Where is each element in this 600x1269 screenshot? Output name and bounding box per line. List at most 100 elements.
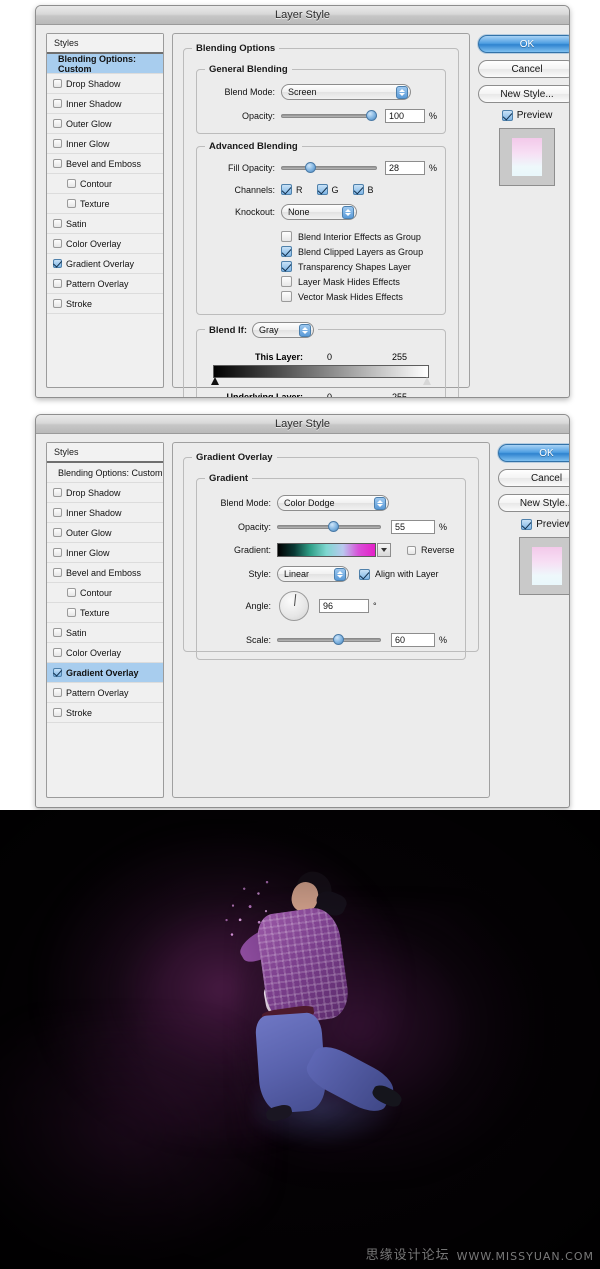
this-layer-ramp-wrap[interactable] [211, 365, 432, 385]
style-enable-checkbox[interactable] [53, 279, 62, 288]
style-list-item-gradient-overlay[interactable]: Gradient Overlay [47, 254, 163, 274]
ok-button[interactable]: OK [478, 35, 569, 53]
gradient-opacity-slider[interactable] [277, 521, 381, 533]
channel-b[interactable]: B [352, 184, 374, 195]
style-list-item-contour[interactable]: Contour [47, 174, 163, 194]
cancel-button[interactable]: Cancel [478, 60, 569, 78]
angle-dial[interactable] [279, 591, 309, 621]
slider-knob[interactable] [366, 110, 377, 121]
opacity-slider[interactable] [281, 110, 377, 122]
style-enable-checkbox[interactable] [53, 159, 62, 168]
style-list-item-stroke[interactable]: Stroke [47, 294, 163, 314]
style-enable-checkbox[interactable] [53, 259, 62, 268]
style-enable-checkbox[interactable] [53, 79, 62, 88]
style-list-item-pattern-overlay[interactable]: Pattern Overlay [47, 683, 163, 703]
styles-list-2[interactable]: Styles Blending Options: Custom Drop Shad… [46, 442, 164, 798]
advanced-option-checkbox[interactable] [281, 276, 292, 287]
style-enable-checkbox[interactable] [53, 219, 62, 228]
channel-r[interactable]: R [281, 184, 303, 195]
style-list-item-outer-glow[interactable]: Outer Glow [47, 114, 163, 134]
style-enable-checkbox[interactable] [53, 548, 62, 557]
style-list-item-blending-options-custom[interactable]: Blending Options: Custom [47, 54, 163, 74]
gradient-picker[interactable] [277, 543, 391, 557]
style-list-item-contour[interactable]: Contour [47, 583, 163, 603]
style-list-item-inner-shadow[interactable]: Inner Shadow [47, 503, 163, 523]
style-enable-checkbox[interactable] [53, 648, 62, 657]
style-enable-checkbox[interactable] [53, 99, 62, 108]
style-list-item-gradient-overlay[interactable]: Gradient Overlay [47, 663, 163, 683]
advanced-option-blend-clipped-layers-as-group[interactable]: Blend Clipped Layers as Group [281, 244, 437, 259]
new-style-button[interactable]: New Style... [497, 494, 569, 512]
style-enable-checkbox[interactable] [53, 239, 62, 248]
fill-opacity-input[interactable]: 28 [385, 161, 425, 175]
cancel-button[interactable]: Cancel [497, 469, 569, 487]
slider-knob[interactable] [305, 162, 316, 173]
preview-checkbox-row[interactable]: Preview [478, 110, 569, 121]
style-enable-checkbox[interactable] [53, 528, 62, 537]
style-enable-checkbox[interactable] [53, 628, 62, 637]
style-list-item-bevel-and-emboss[interactable]: Bevel and Emboss [47, 154, 163, 174]
style-enable-checkbox[interactable] [67, 588, 76, 597]
style-enable-checkbox[interactable] [53, 688, 62, 697]
gradient-scale-input[interactable]: 60 [391, 633, 435, 647]
style-enable-checkbox[interactable] [67, 608, 76, 617]
align-with-layer-checkbox[interactable] [359, 568, 370, 580]
style-enable-checkbox[interactable] [53, 139, 62, 148]
style-enable-checkbox[interactable] [53, 119, 62, 128]
advanced-option-checkbox[interactable] [281, 261, 292, 272]
style-list-item-pattern-overlay[interactable]: Pattern Overlay [47, 274, 163, 294]
style-list-item-satin[interactable]: Satin [47, 214, 163, 234]
style-list-item-blending-options-custom[interactable]: Blending Options: Custom [47, 463, 163, 483]
slider-knob[interactable] [328, 521, 339, 532]
blend-if-channel-select[interactable]: Gray [252, 322, 314, 338]
advanced-option-checkbox[interactable] [281, 246, 292, 257]
preview-checkbox[interactable] [521, 519, 533, 530]
this-layer-black-stop[interactable] [211, 377, 219, 385]
style-enable-checkbox[interactable] [53, 708, 62, 717]
slider-knob[interactable] [333, 634, 344, 645]
advanced-option-blend-interior-effects-as-group[interactable]: Blend Interior Effects as Group [281, 229, 437, 244]
advanced-option-checkbox[interactable] [281, 231, 292, 242]
style-list-item-color-overlay[interactable]: Color Overlay [47, 643, 163, 663]
style-list-item-texture[interactable]: Texture [47, 194, 163, 214]
gradient-swatch[interactable] [277, 543, 376, 557]
style-list-item-satin[interactable]: Satin [47, 623, 163, 643]
style-list-item-texture[interactable]: Texture [47, 603, 163, 623]
style-enable-checkbox[interactable] [53, 488, 62, 497]
chevron-down-icon[interactable] [377, 543, 391, 557]
channel-checkbox[interactable] [352, 184, 364, 195]
channel-checkbox[interactable] [316, 184, 328, 195]
advanced-option-checkbox[interactable] [281, 291, 292, 302]
style-enable-checkbox[interactable] [53, 668, 62, 677]
styles-list-1[interactable]: Styles Blending Options: Custom Drop Shad… [46, 33, 164, 388]
advanced-option-vector-mask-hides-effects[interactable]: Vector Mask Hides Effects [281, 289, 437, 304]
gradient-opacity-input[interactable]: 55 [391, 520, 435, 534]
this-layer-white-stop[interactable] [423, 377, 432, 385]
knockout-select[interactable]: None [281, 204, 357, 220]
channel-checkbox[interactable] [281, 184, 292, 195]
opacity-input[interactable]: 100 [385, 109, 425, 123]
ok-button[interactable]: OK [497, 444, 569, 462]
gradient-blend-mode-select[interactable]: Color Dodge [277, 495, 389, 511]
style-enable-checkbox[interactable] [53, 568, 62, 577]
style-list-item-inner-glow[interactable]: Inner Glow [47, 134, 163, 154]
blend-mode-select[interactable]: Screen [281, 84, 411, 100]
style-enable-checkbox[interactable] [67, 179, 76, 188]
gradient-style-select[interactable]: Linear [277, 566, 349, 582]
style-list-item-color-overlay[interactable]: Color Overlay [47, 234, 163, 254]
reverse-checkbox[interactable] [407, 545, 416, 555]
new-style-button[interactable]: New Style... [478, 85, 569, 103]
style-enable-checkbox[interactable] [53, 299, 62, 308]
preview-checkbox[interactable] [501, 110, 513, 121]
gradient-scale-slider[interactable] [277, 634, 381, 646]
advanced-option-layer-mask-hides-effects[interactable]: Layer Mask Hides Effects [281, 274, 437, 289]
fill-opacity-slider[interactable] [281, 162, 377, 174]
style-enable-checkbox[interactable] [67, 199, 76, 208]
style-enable-checkbox[interactable] [53, 508, 62, 517]
preview-checkbox-row[interactable]: Preview [498, 519, 569, 530]
advanced-option-transparency-shapes-layer[interactable]: Transparency Shapes Layer [281, 259, 437, 274]
style-list-item-outer-glow[interactable]: Outer Glow [47, 523, 163, 543]
style-list-item-inner-glow[interactable]: Inner Glow [47, 543, 163, 563]
channel-g[interactable]: G [316, 184, 339, 195]
style-list-item-drop-shadow[interactable]: Drop Shadow [47, 74, 163, 94]
